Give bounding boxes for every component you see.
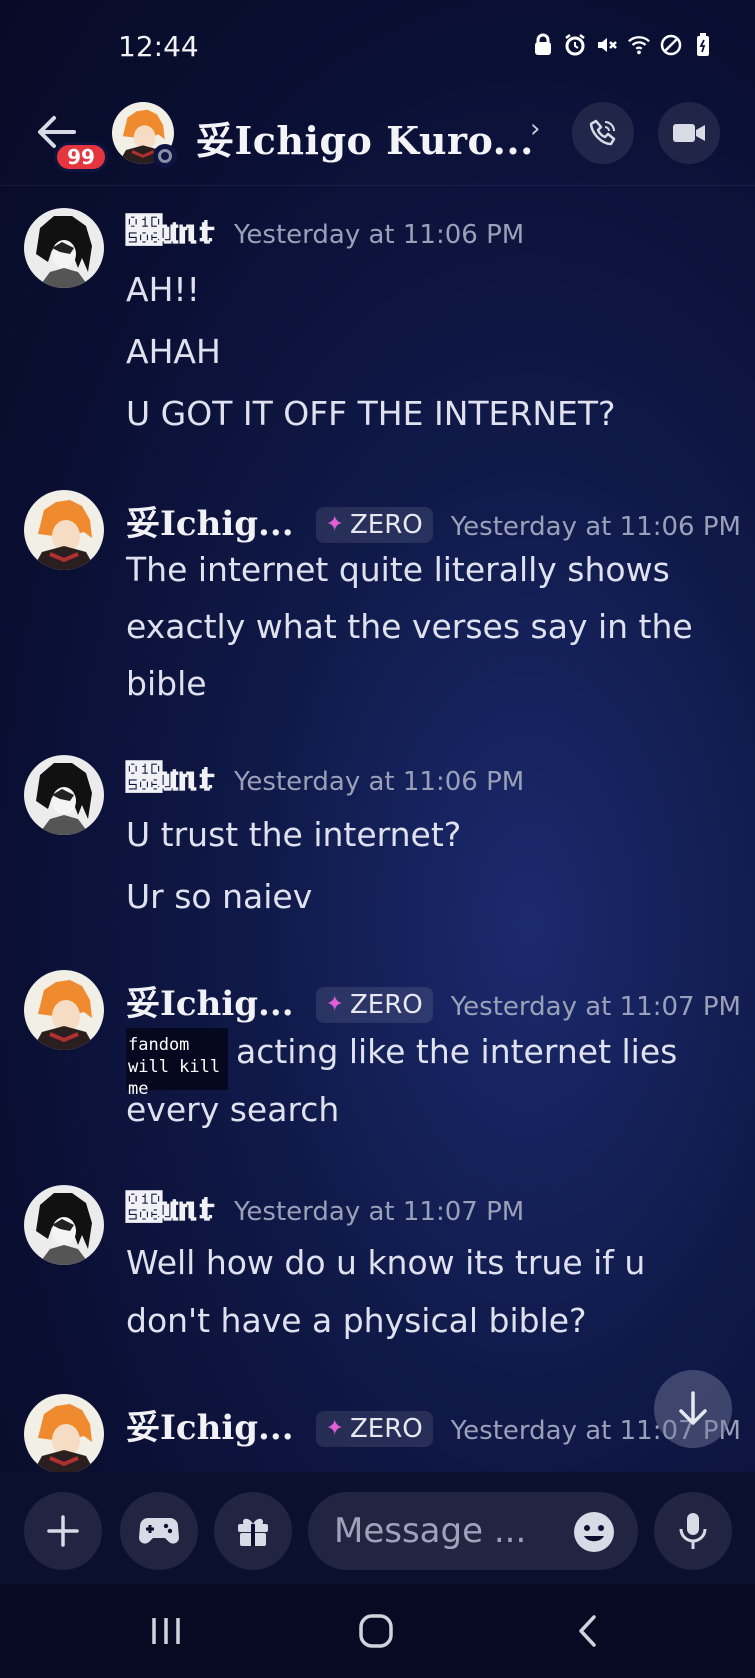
message-text: AHAH — [126, 332, 221, 371]
user-avatar[interactable] — [24, 1185, 104, 1265]
message-text: Well how do u know its true if u — [126, 1243, 646, 1282]
user-avatar[interactable] — [24, 755, 104, 835]
author-name[interactable]: 𝔆𝔲𝔫𝔱 — [126, 757, 216, 799]
message-meta: 𝔆𝔲𝔫𝔱 Yesterday at 11:07 PM — [126, 1187, 524, 1229]
emoji-button[interactable] — [572, 1510, 616, 1554]
message-meta: 妥Ichig... ✦ ZERO Yesterday at 11:07 PM — [126, 1400, 741, 1451]
message-meta: 𝔆𝔲𝔫𝔱 Yesterday at 11:06 PM — [126, 210, 524, 252]
mute-icon — [595, 32, 619, 58]
message-text: don't have a physical bible? — [126, 1301, 587, 1340]
author-name[interactable]: 妥Ichig... — [126, 1400, 294, 1449]
user-avatar[interactable] — [24, 970, 104, 1050]
author-name[interactable]: 𝔆𝔲𝔫𝔱 — [126, 210, 216, 252]
arrow-down-icon — [679, 1391, 707, 1425]
system-back-button[interactable] — [558, 1608, 618, 1654]
unread-badge: 99 — [54, 142, 108, 172]
message-text: Ur so naiev — [126, 877, 313, 916]
recents-icon — [152, 1618, 180, 1644]
user-avatar[interactable] — [24, 1394, 104, 1472]
message-text: acting like the internet lies — [236, 1032, 678, 1071]
message-meta: 妥Ichig... ✦ ZERO Yesterday at 11:07 PM — [126, 976, 741, 1027]
clan-tag[interactable]: ✦ ZERO — [315, 506, 433, 543]
message-text: bible — [126, 664, 207, 703]
message-text: AH!! — [126, 270, 200, 309]
sparkle-icon: ✦ — [325, 512, 344, 537]
video-camera-icon — [673, 124, 705, 142]
chat-header: 99 妥Ichigo Kuro... › — [0, 100, 755, 186]
sparkle-icon: ✦ — [325, 992, 344, 1017]
message-timestamp: Yesterday at 11:07 PM — [450, 992, 741, 1022]
voice-call-button[interactable] — [572, 102, 634, 164]
emoji-icon — [574, 1512, 614, 1552]
gift-icon — [238, 1518, 268, 1546]
message-timestamp: Yesterday at 11:06 PM — [234, 767, 525, 797]
wifi-icon — [627, 32, 651, 58]
status-time: 12:44 — [118, 30, 199, 63]
sparkle-icon: ✦ — [325, 1416, 344, 1441]
home-button[interactable] — [346, 1608, 406, 1654]
clan-tag[interactable]: ✦ ZERO — [315, 986, 433, 1023]
presence-status — [153, 144, 177, 168]
alarm-icon — [563, 32, 587, 58]
chevron-left-icon — [579, 1615, 596, 1647]
author-name[interactable]: 𝔆𝔲𝔫𝔱 — [126, 1187, 216, 1229]
message-meta: 𝔆𝔲𝔫𝔱 Yesterday at 11:06 PM — [126, 757, 524, 799]
message-list[interactable]: 𝔆𝔲𝔫𝔱 Yesterday at 11:06 PM AH!! AHAH U G… — [0, 190, 755, 1472]
video-call-button[interactable] — [658, 102, 720, 164]
message-text: U GOT IT OFF THE INTERNET? — [126, 394, 616, 433]
message-timestamp: Yesterday at 11:06 PM — [234, 220, 525, 250]
microphone-icon — [679, 1513, 707, 1549]
gamepad-icon — [139, 1518, 179, 1544]
recent-apps-button[interactable] — [136, 1608, 196, 1654]
do-not-disturb-icon — [659, 32, 683, 58]
system-nav-bar — [0, 1584, 755, 1678]
message-timestamp: Yesterday at 11:06 PM — [450, 512, 741, 542]
status-bar: 12:44 — [0, 0, 755, 100]
message-timestamp: Yesterday at 11:07 PM — [234, 1197, 525, 1227]
gift-button[interactable] — [214, 1492, 292, 1570]
home-icon — [359, 1614, 393, 1648]
voice-message-button[interactable] — [654, 1492, 732, 1570]
custom-emoji[interactable]: fandom will kill me — [126, 1028, 228, 1099]
user-avatar[interactable] — [24, 208, 104, 288]
author-name[interactable]: 妥Ichig... — [126, 976, 294, 1025]
lock-icon — [531, 32, 555, 58]
message-text: U trust the internet? — [126, 815, 462, 854]
user-avatar[interactable] — [24, 490, 104, 570]
attach-button[interactable] — [24, 1492, 102, 1570]
clan-tag[interactable]: ✦ ZERO — [315, 1410, 433, 1447]
phone-icon — [589, 119, 616, 146]
chevron-right-icon[interactable]: › — [530, 114, 540, 144]
channel-name[interactable]: 妥Ichigo Kuro... — [196, 110, 534, 165]
plus-icon — [47, 1515, 79, 1547]
jump-to-present-button[interactable] — [654, 1370, 732, 1448]
message-meta: 妥Ichig... ✦ ZERO Yesterday at 11:06 PM — [126, 496, 741, 547]
status-icons — [531, 32, 715, 58]
message-text: The internet quite literally shows — [126, 550, 670, 589]
message-text: every search — [126, 1090, 340, 1129]
battery-icon — [691, 32, 715, 58]
activities-button[interactable] — [120, 1492, 198, 1570]
author-name[interactable]: 妥Ichig... — [126, 496, 294, 545]
message-composer — [0, 1472, 755, 1584]
message-text: exactly what the verses say in the — [126, 607, 693, 646]
